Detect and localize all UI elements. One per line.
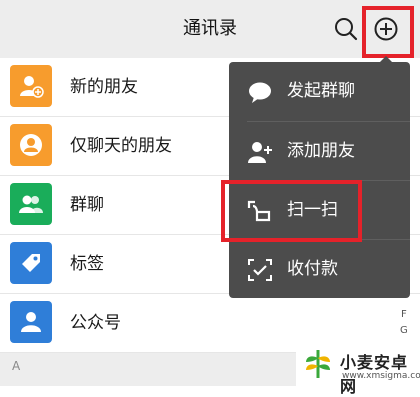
chat-bubble-icon (249, 82, 271, 103)
menu-item-label: 添加朋友 (287, 141, 355, 161)
add-friend-icon (10, 65, 52, 107)
official-account-icon (10, 301, 52, 343)
watermark-logo-icon (306, 350, 330, 378)
section-letter: A (12, 359, 21, 373)
header-bar: 通讯录 (0, 0, 420, 58)
menu-item-start-group-chat[interactable]: 发起群聊 (229, 62, 410, 121)
index-letter-g[interactable]: G (400, 325, 408, 336)
group-chat-icon (10, 183, 52, 225)
contact-label: 公众号 (70, 313, 121, 333)
index-letter-f[interactable]: F (401, 309, 407, 320)
chat-only-friend-icon (10, 124, 52, 166)
tag-icon (10, 242, 52, 284)
add-person-icon (248, 142, 272, 163)
search-icon[interactable] (331, 14, 361, 44)
watermark: 小麦安卓网 www.xmsigma.com (296, 341, 420, 396)
contact-label: 群聊 (70, 195, 104, 215)
watermark-url: www.xmsigma.com (342, 371, 420, 381)
contact-label: 标签 (70, 254, 104, 274)
menu-item-label: 收付款 (287, 259, 338, 279)
contact-label: 仅聊天的朋友 (70, 136, 172, 156)
contact-label: 新的朋友 (70, 77, 138, 97)
scan-item-highlight (221, 180, 362, 242)
menu-item-label: 发起群聊 (287, 81, 355, 101)
payment-icon (248, 259, 272, 281)
menu-item-add-friend[interactable]: 添加朋友 (229, 122, 410, 181)
menu-item-payment[interactable]: 收付款 (229, 240, 410, 299)
plus-button-highlight (362, 6, 414, 58)
